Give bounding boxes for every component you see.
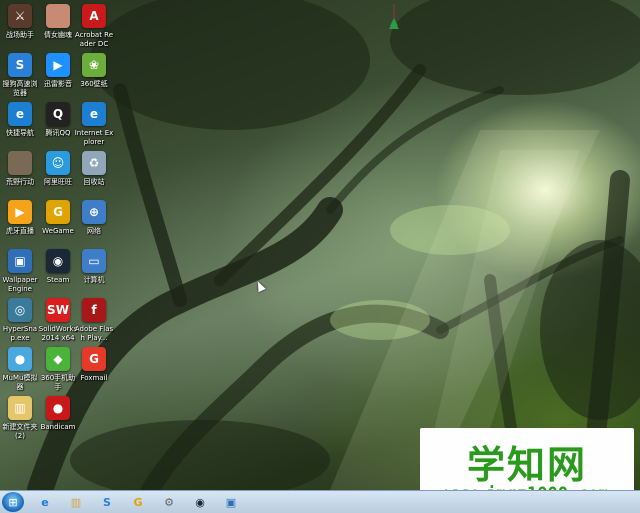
desktop-icon-label: Bandicam xyxy=(40,423,76,431)
desktop-icon-label: 腾讯QQ xyxy=(45,129,71,137)
wallpaper-engine-icon: ▣ xyxy=(8,249,32,273)
desktop-icon[interactable]: ◎ HyperSnap.exe xyxy=(0,298,40,342)
wegame-icon: G xyxy=(46,200,70,224)
aliwangwang-icon: ☺ xyxy=(46,151,70,175)
desktop-icon-label: 360手机助手 xyxy=(40,374,76,391)
desktop-icon-label: Wallpaper Engine xyxy=(2,276,38,293)
desktop-icon[interactable]: 荒野行动 xyxy=(0,151,40,187)
desktop-icon-label: 新建文件夹 (2) xyxy=(2,423,38,440)
desktop-icon[interactable]: Q 腾讯QQ xyxy=(38,102,78,138)
watermark-title: 学知网 xyxy=(466,443,587,487)
desktop-icon-label: 360壁纸 xyxy=(80,80,108,88)
huya-icon: ▶ xyxy=(8,200,32,224)
desktop-icon-label: Steam xyxy=(46,276,70,284)
desktop-icon[interactable]: G WeGame xyxy=(38,200,78,236)
wallpaper-360-icon: ❀ xyxy=(82,53,106,77)
desktop-icon-label: 战场助手 xyxy=(6,31,34,39)
desktop-icon[interactable]: 倩女幽魂 xyxy=(38,4,78,40)
desktop-icon-label: 快捷导航 xyxy=(6,129,34,137)
foxmail-icon: G xyxy=(82,347,106,371)
solidworks-icon: SW xyxy=(46,298,70,322)
desktop-icon[interactable]: ● MuMu模拟器 xyxy=(0,347,40,391)
desktop-icon-label: 迅雷影音 xyxy=(44,80,72,88)
desktop-icon-label: 倩女幽魂 xyxy=(44,31,72,39)
game-avatar-icon xyxy=(46,4,70,28)
wallpaper-engine-taskbar-icon[interactable]: ▣ xyxy=(218,492,244,512)
desktop-icon-label: 计算机 xyxy=(83,276,105,284)
desktop-icon[interactable]: ♻ 回收站 xyxy=(74,151,114,187)
internet-explorer-icon: e xyxy=(82,102,106,126)
desktop-icon-label: Foxmail xyxy=(80,374,108,382)
desktop-icon[interactable]: SW SolidWorks 2014 x64 ... xyxy=(38,298,78,351)
sogou-taskbar-icon[interactable]: S xyxy=(94,492,120,512)
desktop-icon[interactable]: e 快捷导航 xyxy=(0,102,40,138)
explorer-taskbar-icon[interactable]: ▥ xyxy=(63,492,89,512)
flash-player-icon: f xyxy=(82,298,106,322)
acrobat-icon: A xyxy=(82,4,106,28)
desktop-icon-label: MuMu模拟器 xyxy=(2,374,38,391)
xunlei-player-icon: ▶ xyxy=(46,53,70,77)
desktop-icon[interactable]: ▶ 迅雷影音 xyxy=(38,53,78,89)
recycle-bin-icon: ♻ xyxy=(82,151,106,175)
battle-helper-icon: ⚔ xyxy=(8,4,32,28)
desktop-icon-label: Adobe Flash Play... xyxy=(74,325,114,342)
taskbar: ⊞ e ▥ S G ⚙ ◉ ▣ xyxy=(0,490,640,513)
desktop-icon[interactable]: ◆ 360手机助手 xyxy=(38,347,78,391)
desktop-icon[interactable]: A Acrobat Reader DC xyxy=(74,4,114,48)
desktop-icon-label: WeGame xyxy=(42,227,74,235)
desktop-icon[interactable]: S 搜狗高速浏览器 xyxy=(0,53,40,97)
desktop-icon[interactable]: ▣ Wallpaper Engine xyxy=(0,249,40,293)
desktop-icon[interactable]: e Internet Explorer xyxy=(74,102,114,146)
desktop-icon-grid: ⚔ 战场助手 倩女幽魂 A Acrobat Reader DC S 搜狗高速浏览器 ▶ 迅雷影音… xyxy=(0,0,120,490)
game-taskbar-icon[interactable]: ⚙ xyxy=(156,492,182,512)
desktop-icon-label: 阿里旺旺 xyxy=(44,178,72,186)
steam-taskbar-icon[interactable]: ◉ xyxy=(187,492,213,512)
desktop-icon[interactable]: ❀ 360壁纸 xyxy=(74,53,114,89)
desktop-icon-label: 回收站 xyxy=(83,178,105,186)
desktop-icon[interactable]: ● Bandicam xyxy=(38,396,78,432)
desktop-icon-label: 网络 xyxy=(87,227,101,235)
desktop-icon-label: Internet Explorer xyxy=(74,129,114,146)
desktop-icon-label: 虎牙直播 xyxy=(6,227,34,235)
desktop-icon[interactable]: ▭ 计算机 xyxy=(74,249,114,285)
desktop-icon-label: Acrobat Reader DC xyxy=(74,31,114,48)
desktop-icon-label: 搜狗高速浏览器 xyxy=(2,80,38,97)
ie-shortcut-icon: e xyxy=(8,102,32,126)
ie-taskbar-icon[interactable]: e xyxy=(32,492,58,512)
wegame-taskbar-icon[interactable]: G xyxy=(125,492,151,512)
desktop-icon[interactable]: G Foxmail xyxy=(74,347,114,383)
computer-icon: ▭ xyxy=(82,249,106,273)
desktop-icon[interactable]: ☺ 阿里旺旺 xyxy=(38,151,78,187)
hypersnap-icon: ◎ xyxy=(8,298,32,322)
bandicam-icon: ● xyxy=(46,396,70,420)
mumu-emulator-icon: ● xyxy=(8,347,32,371)
sogou-browser-icon: S xyxy=(8,53,32,77)
desktop-icon[interactable]: f Adobe Flash Play... xyxy=(74,298,114,342)
qq-icon: Q xyxy=(46,102,70,126)
desktop-icon[interactable]: ▥ 新建文件夹 (2) xyxy=(0,396,40,440)
desktop-icon-label: 荒野行动 xyxy=(6,178,34,186)
desktop-icon[interactable]: ▶ 虎牙直播 xyxy=(0,200,40,236)
network-icon: ⊕ xyxy=(82,200,106,224)
desktop-icon-label: HyperSnap.exe xyxy=(2,325,38,342)
knives-out-icon xyxy=(8,151,32,175)
phone-assistant-360-icon: ◆ xyxy=(46,347,70,371)
steam-icon: ◉ xyxy=(46,249,70,273)
windows-start-icon[interactable]: ⊞ xyxy=(2,492,24,512)
folder-icon: ▥ xyxy=(8,396,32,420)
desktop-icon[interactable]: ◉ Steam xyxy=(38,249,78,285)
desktop-icon[interactable]: ⚔ 战场助手 xyxy=(0,4,40,40)
christmas-tree-gadget-icon[interactable] xyxy=(389,4,399,30)
desktop-icon[interactable]: ⊕ 网络 xyxy=(74,200,114,236)
